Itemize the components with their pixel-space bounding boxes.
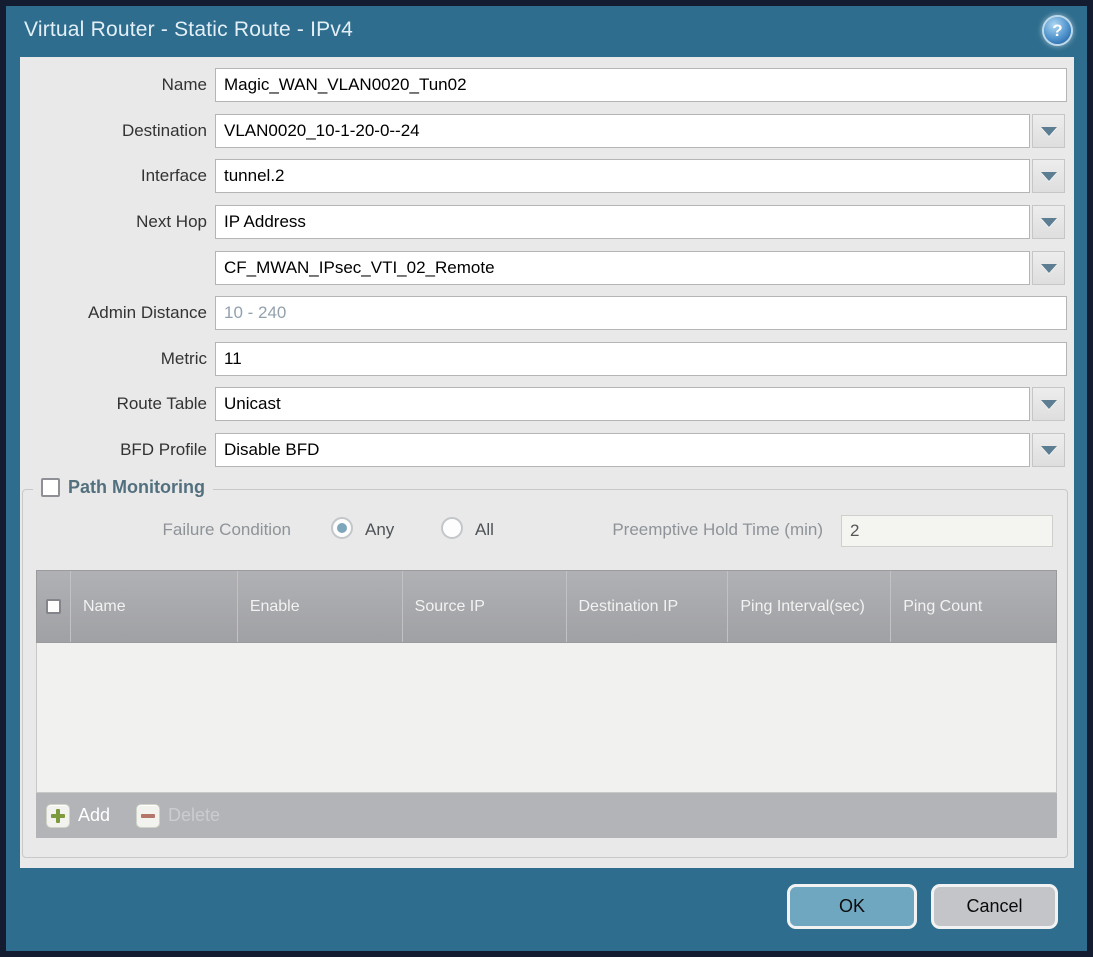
ok-button[interactable]: OK	[787, 884, 917, 929]
dialog-content: Name Destination Interface Next Hop	[20, 57, 1074, 868]
form-row-name: Name	[20, 68, 1074, 102]
destination-label: Destination	[0, 114, 207, 148]
admin-distance-input[interactable]	[215, 296, 1067, 330]
form-row-next-hop: Next Hop	[20, 205, 1074, 239]
add-button-label: Add	[78, 805, 110, 826]
add-button[interactable]: Add	[46, 804, 110, 828]
metric-label: Metric	[0, 342, 207, 376]
bfd-profile-label: BFD Profile	[0, 433, 207, 467]
next-hop-address-label	[0, 251, 207, 285]
name-input[interactable]	[215, 68, 1067, 102]
preemptive-hold-time-input[interactable]	[841, 515, 1053, 547]
column-header-destination-ip: Destination IP	[567, 571, 729, 642]
table-body-empty	[36, 643, 1057, 793]
metric-input[interactable]	[215, 342, 1067, 376]
dialog-title: Virtual Router - Static Route - IPv4	[24, 18, 353, 42]
column-header-name: Name	[71, 571, 238, 642]
column-header-source-ip: Source IP	[403, 571, 567, 642]
failure-condition-label: Failure Condition	[0, 520, 291, 540]
table-toolbar: Add Delete	[36, 793, 1057, 838]
next-hop-address-dropdown-button[interactable]	[1032, 251, 1065, 285]
form-row-bfd-profile: BFD Profile	[20, 433, 1074, 467]
form-row-metric: Metric	[20, 342, 1074, 376]
chevron-down-icon	[1041, 172, 1057, 181]
destination-input[interactable]	[215, 114, 1030, 148]
chevron-down-icon	[1041, 264, 1057, 273]
form-row-next-hop-address	[20, 251, 1074, 285]
preemptive-hold-time-label: Preemptive Hold Time (min)	[423, 520, 823, 540]
path-monitoring-title: Path Monitoring	[68, 477, 205, 498]
name-label: Name	[0, 68, 207, 102]
next-hop-type-input[interactable]	[215, 205, 1030, 239]
delete-button-label: Delete	[168, 805, 220, 826]
failure-condition-any-label: Any	[365, 520, 394, 540]
select-all-checkbox[interactable]	[46, 599, 61, 614]
route-table-label: Route Table	[0, 387, 207, 421]
form-row-route-table: Route Table	[20, 387, 1074, 421]
next-hop-address-input[interactable]	[215, 251, 1030, 285]
delete-minus-icon	[136, 804, 160, 828]
bfd-profile-dropdown-button[interactable]	[1032, 433, 1065, 467]
help-icon[interactable]: ?	[1044, 17, 1071, 44]
failure-condition-row: Failure Condition Any All Preemptive Hol…	[23, 514, 1067, 548]
destination-dropdown-button[interactable]	[1032, 114, 1065, 148]
form-row-admin-distance: Admin Distance	[20, 296, 1074, 330]
next-hop-dropdown-button[interactable]	[1032, 205, 1065, 239]
column-header-ping-interval: Ping Interval(sec)	[728, 571, 891, 642]
next-hop-label: Next Hop	[0, 205, 207, 239]
path-monitoring-legend: Path Monitoring	[33, 477, 213, 498]
interface-input[interactable]	[215, 159, 1030, 193]
failure-condition-any-radio[interactable]	[331, 517, 353, 539]
route-table-input[interactable]	[215, 387, 1030, 421]
chevron-down-icon	[1041, 446, 1057, 455]
admin-distance-label: Admin Distance	[0, 296, 207, 330]
path-monitoring-checkbox[interactable]	[41, 478, 60, 497]
static-route-dialog: Virtual Router - Static Route - IPv4 ? N…	[6, 6, 1087, 951]
chevron-down-icon	[1041, 127, 1057, 136]
title-bar: Virtual Router - Static Route - IPv4 ?	[6, 6, 1087, 57]
delete-button[interactable]: Delete	[136, 804, 220, 828]
column-header-enable: Enable	[238, 571, 403, 642]
column-header-ping-count: Ping Count	[891, 571, 1056, 642]
interface-dropdown-button[interactable]	[1032, 159, 1065, 193]
interface-label: Interface	[0, 159, 207, 193]
select-all-cell	[37, 571, 71, 642]
form-row-destination: Destination	[20, 114, 1074, 148]
form-row-interface: Interface	[20, 159, 1074, 193]
chevron-down-icon	[1041, 218, 1057, 227]
path-monitoring-table: Name Enable Source IP Destination IP Pin…	[36, 570, 1057, 838]
table-header: Name Enable Source IP Destination IP Pin…	[36, 570, 1057, 643]
chevron-down-icon	[1041, 400, 1057, 409]
cancel-button[interactable]: Cancel	[931, 884, 1058, 929]
radio-dot	[337, 523, 347, 533]
bfd-profile-input[interactable]	[215, 433, 1030, 467]
add-plus-icon	[46, 804, 70, 828]
route-table-dropdown-button[interactable]	[1032, 387, 1065, 421]
